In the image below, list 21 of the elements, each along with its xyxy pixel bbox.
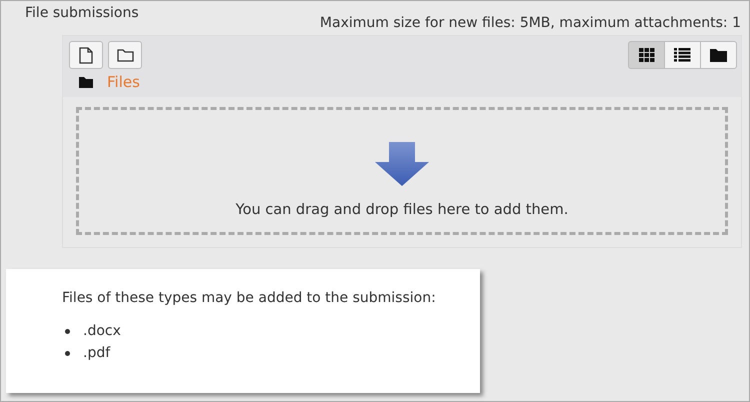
view-button[interactable] <box>700 41 737 69</box>
file-type-item: .docx <box>83 323 121 339</box>
list-icon <box>674 48 691 62</box>
view-button[interactable] <box>628 41 665 69</box>
down-arrow-icon <box>373 142 431 188</box>
file-limits-text: Maximum size for new files: 5MB, maximum attachments: 1 <box>320 15 741 31</box>
folder-icon <box>79 76 93 88</box>
bullet-icon <box>65 328 70 334</box>
grid-icon <box>638 48 654 62</box>
accepted-types-text: Files of these types may be added to the submission: <box>62 290 437 306</box>
field-label: File submissions <box>25 5 139 23</box>
new-file-icon <box>79 46 93 64</box>
folder-icon <box>116 48 134 62</box>
create-folder-button[interactable] <box>108 41 142 69</box>
add-file-button[interactable] <box>69 41 103 69</box>
dropzone-text: You can drag and drop files here to add them. <box>236 202 568 218</box>
file-type-item: .pdf <box>83 345 110 361</box>
view-button[interactable] <box>664 41 701 69</box>
bullet-icon <box>65 350 70 356</box>
dropzone[interactable]: You can drag and drop files here to add them. <box>76 107 728 235</box>
folder-icon <box>710 48 727 62</box>
